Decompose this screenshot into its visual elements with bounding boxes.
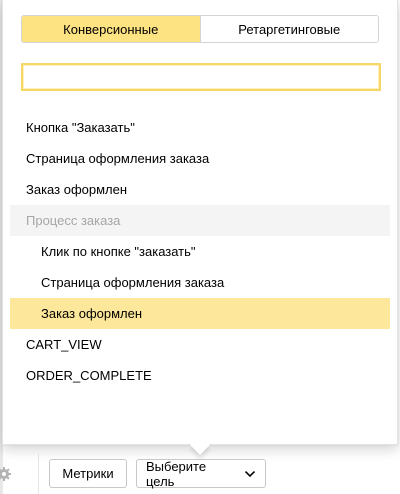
goal-picker-screen: Конверсионные Ретаргетинговые Кнопка "За… xyxy=(0,0,400,494)
select-goal-button[interactable]: Выберите цель xyxy=(136,458,266,489)
metrics-button-label: Метрики xyxy=(62,466,114,481)
goal-subitem[interactable]: Клик по кнопке "заказать" xyxy=(10,236,390,267)
goal-type-tabs: Конверсионные Ретаргетинговые xyxy=(21,15,379,43)
goal-item[interactable]: Заказ оформлен xyxy=(10,174,390,205)
select-goal-label: Выберите цель xyxy=(146,458,207,489)
goal-subitem-selected[interactable]: Заказ оформлен xyxy=(10,298,390,329)
goal-list: Кнопка "Заказать" Страница оформления за… xyxy=(10,112,390,391)
goal-search-input[interactable] xyxy=(21,63,381,91)
tab-retargeting[interactable]: Ретаргетинговые xyxy=(200,16,378,42)
gear-icon[interactable] xyxy=(0,465,16,483)
goal-item[interactable]: CART_VIEW xyxy=(10,329,390,360)
chevron-down-icon xyxy=(244,470,256,477)
goal-item[interactable]: Кнопка "Заказать" xyxy=(10,112,390,143)
goal-item[interactable]: Страница оформления заказа xyxy=(10,143,390,174)
goal-group-header: Процесс заказа xyxy=(10,205,390,236)
tab-conversion[interactable]: Конверсионные xyxy=(22,16,201,42)
metrics-button[interactable]: Метрики xyxy=(49,459,127,488)
goal-subitem[interactable]: Страница оформления заказа xyxy=(10,267,390,298)
goal-item[interactable]: ORDER_COMPLETE xyxy=(10,360,390,391)
footer-divider xyxy=(38,453,39,494)
